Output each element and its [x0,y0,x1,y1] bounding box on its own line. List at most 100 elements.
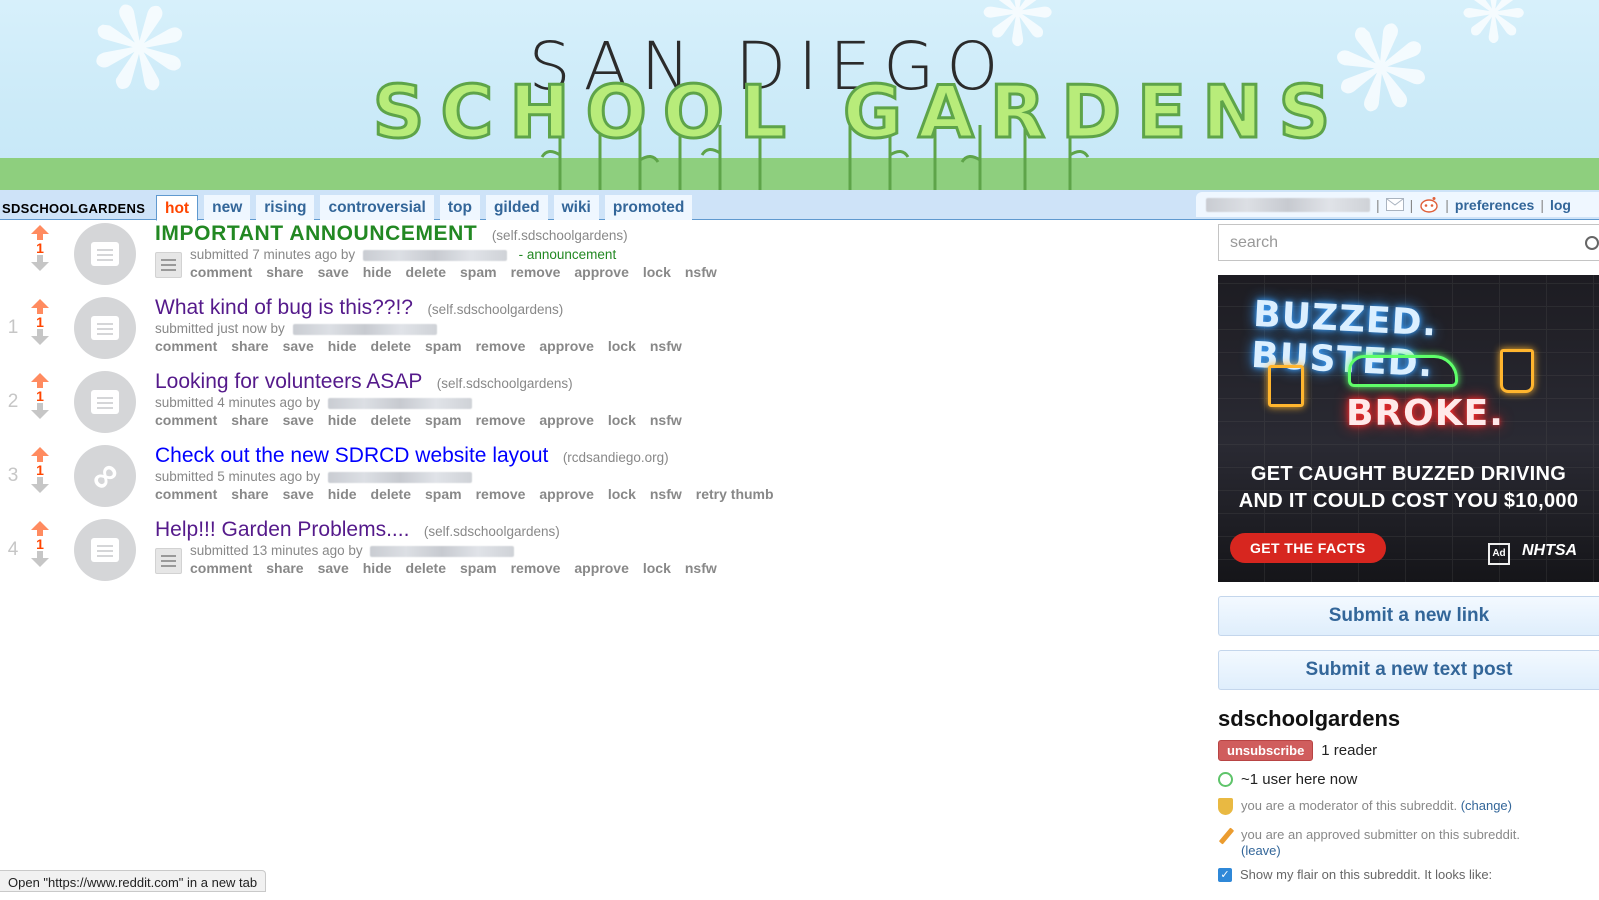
ad-cta-button[interactable]: GET THE FACTS [1230,533,1386,563]
tab-promoted[interactable]: promoted [604,195,693,220]
flair-checkbox[interactable]: ✓ [1218,867,1232,882]
self-post-thumbnail[interactable] [74,371,136,433]
comment-button[interactable]: comment [190,560,252,576]
post-domain[interactable]: (self.sdschoolgardens) [427,302,563,317]
expando-button[interactable] [155,548,182,574]
tab-new[interactable]: new [204,195,251,220]
retry-thumb-button[interactable]: retry thumb [696,486,774,502]
upvote-arrow-icon[interactable] [31,521,49,536]
upvote-arrow-icon[interactable] [31,225,49,240]
delete-button[interactable]: delete [371,338,411,354]
mail-icon[interactable] [1385,198,1404,211]
comment-button[interactable]: comment [155,412,217,428]
tab-hot[interactable]: hot [156,195,199,221]
approve-button[interactable]: approve [574,264,628,280]
modmail-icon[interactable] [1419,196,1439,213]
remove-button[interactable]: remove [476,338,526,354]
logout-link[interactable]: log [1550,197,1571,213]
spam-button[interactable]: spam [460,560,497,576]
lock-button[interactable]: lock [608,412,636,428]
post-title-link[interactable]: What kind of bug is this??!? [155,296,413,319]
change-link[interactable]: (change) [1461,798,1512,813]
hide-button[interactable]: hide [363,264,392,280]
downvote-arrow-icon[interactable] [31,329,49,345]
share-button[interactable]: share [231,486,268,502]
lock-button[interactable]: lock [608,486,636,502]
remove-button[interactable]: remove [476,486,526,502]
author-redacted[interactable] [327,397,472,409]
submit-link-button[interactable]: Submit a new link [1218,596,1599,636]
lock-button[interactable]: lock [643,264,671,280]
share-button[interactable]: share [266,264,303,280]
submit-text-button[interactable]: Submit a new text post [1218,650,1599,690]
self-post-thumbnail[interactable] [74,519,136,581]
preferences-link[interactable]: preferences [1455,197,1534,213]
hide-button[interactable]: hide [328,486,357,502]
subreddit-title[interactable]: sdschoolgardens [1218,706,1599,732]
save-button[interactable]: save [283,486,314,502]
delete-button[interactable]: delete [371,412,411,428]
save-button[interactable]: save [283,338,314,354]
tab-rising[interactable]: rising [256,195,315,220]
self-post-thumbnail[interactable] [74,297,136,359]
share-button[interactable]: share [231,412,268,428]
nsfw-button[interactable]: nsfw [650,338,682,354]
share-button[interactable]: share [266,560,303,576]
hide-button[interactable]: hide [328,412,357,428]
spam-button[interactable]: spam [460,264,497,280]
hide-button[interactable]: hide [328,338,357,354]
link-post-thumbnail[interactable]: ∞ [74,445,136,507]
post-domain[interactable]: (self.sdschoolgardens) [437,376,573,391]
lock-button[interactable]: lock [608,338,636,354]
comment-button[interactable]: comment [155,486,217,502]
comment-button[interactable]: comment [155,338,217,354]
leave-link[interactable]: (leave) [1241,843,1281,858]
remove-button[interactable]: remove [476,412,526,428]
approve-button[interactable]: approve [574,560,628,576]
author-redacted[interactable] [370,545,515,557]
nsfw-button[interactable]: nsfw [650,412,682,428]
post-title-link[interactable]: IMPORTANT ANNOUNCEMENT [155,222,477,245]
search-input[interactable]: search [1218,224,1599,261]
post-title-link[interactable]: Help!!! Garden Problems.... [155,518,409,541]
downvote-arrow-icon[interactable] [31,403,49,419]
post-title-link[interactable]: Looking for volunteers ASAP [155,370,422,393]
unsubscribe-button[interactable]: unsubscribe [1218,740,1314,761]
post-title-link[interactable]: Check out the new SDRCD website layout [155,444,548,467]
post-domain[interactable]: (self.sdschoolgardens) [424,524,560,539]
remove-button[interactable]: remove [511,264,561,280]
upvote-arrow-icon[interactable] [31,447,49,462]
delete-button[interactable]: delete [406,560,446,576]
tab-controversial[interactable]: controversial [320,195,434,220]
username-redacted[interactable] [1206,197,1370,212]
upvote-arrow-icon[interactable] [31,373,49,388]
remove-button[interactable]: remove [511,560,561,576]
post-domain[interactable]: (rcdsandiego.org) [563,450,669,465]
search-icon[interactable] [1585,236,1599,250]
share-button[interactable]: share [231,338,268,354]
hide-button[interactable]: hide [363,560,392,576]
save-button[interactable]: save [318,264,349,280]
comment-button[interactable]: comment [190,264,252,280]
downvote-arrow-icon[interactable] [31,477,49,493]
subreddit-name-link[interactable]: SDSCHOOLGARDENS [2,201,145,216]
delete-button[interactable]: delete [371,486,411,502]
spam-button[interactable]: spam [425,412,462,428]
author-redacted[interactable] [292,323,437,335]
save-button[interactable]: save [318,560,349,576]
author-redacted[interactable] [327,471,472,483]
nsfw-button[interactable]: nsfw [685,264,717,280]
self-post-thumbnail[interactable] [74,223,136,285]
approve-button[interactable]: approve [539,338,593,354]
tab-top[interactable]: top [439,195,480,220]
subreddit-banner[interactable]: ❋ ❋ ❋ ❋ SAN DIEGO SCHOOL GARDENS [0,0,1599,190]
sponsored-ad[interactable]: BUZZED. BUSTED. BROKE. GET CAUGHT BUZZED… [1218,275,1599,582]
tab-gilded[interactable]: gilded [485,195,548,220]
upvote-arrow-icon[interactable] [31,299,49,314]
lock-button[interactable]: lock [643,560,671,576]
save-button[interactable]: save [283,412,314,428]
author-redacted[interactable] [362,249,507,261]
post-domain[interactable]: (self.sdschoolgardens) [492,228,628,243]
expando-button[interactable] [155,252,182,278]
tab-wiki[interactable]: wiki [553,195,599,220]
